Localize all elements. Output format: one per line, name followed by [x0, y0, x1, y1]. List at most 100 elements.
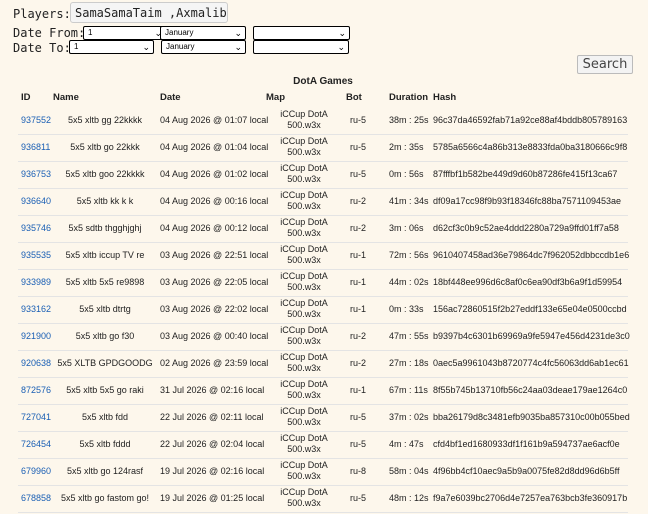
- game-map: iCCup DotA 500.w3x: [264, 298, 344, 325]
- game-map-name: iCCup DotA: [280, 217, 328, 227]
- game-bot: ru-1: [349, 250, 366, 260]
- game-map-name: iCCup DotA: [280, 433, 328, 443]
- game-hash: 5785a6566c4a86b313e8833fda0ba3180666c9f8: [433, 142, 628, 152]
- game-id-link[interactable]: 936640: [21, 188, 51, 215]
- from-month-value: January: [165, 28, 194, 37]
- table-row: 678858 5x5 xltb go fastom go! 19 Jul 2026 …: [18, 485, 628, 513]
- col-header-duration: Duration: [389, 92, 429, 103]
- game-bot: ru-1: [349, 385, 366, 395]
- game-map-file: 500.w3x: [287, 498, 321, 508]
- table-row: 920638 5x5 XLTB GPDGOODG 02 Aug 2026 @ 23:…: [18, 350, 629, 379]
- game-date: 03 Aug 2026 @ 22:02 local: [160, 304, 269, 314]
- game-bot: ru-2: [349, 331, 366, 341]
- game-date: 04 Aug 2026 @ 00:12 local: [160, 223, 269, 233]
- game-hash: bba26179d8c3481efb9035ba857310c00b055bed: [433, 412, 630, 422]
- game-hash: f9a7e6039bc2706d4e7257ea763bcb3fe360917b: [433, 493, 628, 503]
- game-map-file: 500.w3x: [287, 282, 321, 292]
- players-input[interactable]: SamaSamaTaim ,Axmalibari: [70, 2, 228, 23]
- game-id-link[interactable]: 935535: [21, 242, 51, 269]
- game-bot: ru-2: [349, 196, 366, 206]
- game-hash: b9397b4c6301b69969a9fe5947e456d4231de3c0: [433, 331, 630, 341]
- game-bot: ru-5: [349, 115, 366, 125]
- game-date: 03 Aug 2026 @ 22:51 local: [160, 250, 269, 260]
- game-map-file: 500.w3x: [287, 444, 321, 454]
- to-day-select[interactable]: 1 ⌄: [69, 40, 154, 54]
- search-button[interactable]: Search: [577, 55, 633, 74]
- game-map-file: 500.w3x: [287, 417, 321, 427]
- game-id-link[interactable]: 726454: [21, 431, 51, 458]
- game-duration: 38m : 25s: [389, 115, 429, 125]
- game-hash: 9610407458ad36e79864dc7f962052dbbccdb1e6: [433, 250, 630, 260]
- game-map: iCCup DotA 500.w3x: [264, 460, 344, 487]
- game-name: 5x5 xltb 5x5 re9898: [65, 277, 145, 287]
- table-row: 921900 5x5 xltb go f30 03 Aug 2026 @ 00:40…: [18, 323, 630, 351]
- table-row: 933162 5x5 xltb dtrtg 03 Aug 2026 @ 22:02 …: [18, 296, 628, 324]
- table-row: 935746 5x5 sdtb thgghjghj 04 Aug 2026 @ 00…: [18, 215, 628, 243]
- game-name: 5x5 xltb dtrtg: [79, 304, 131, 314]
- game-date: 04 Aug 2026 @ 01:07 local: [160, 115, 269, 125]
- game-id-link[interactable]: 727041: [21, 404, 51, 431]
- table-row: 935535 5x5 xltb iccup TV re 03 Aug 2026 @ …: [18, 242, 630, 270]
- game-hash: cfd4bf1ed1680933df1f161b9a594737ae6acf0e: [433, 439, 620, 449]
- game-map-file: 500.w3x: [287, 147, 321, 157]
- date-from-label: Date From:: [13, 26, 86, 40]
- from-year-select[interactable]: ⌄: [253, 26, 350, 40]
- game-hash: d62cf3c0b9c52ae4ddd2280a729a9ffd01ff7a58: [433, 223, 619, 233]
- table-caption: DotA Games: [293, 76, 353, 87]
- game-id-link[interactable]: 933989: [21, 269, 51, 296]
- game-bot: ru-8: [349, 466, 366, 476]
- col-header-map: Map: [266, 92, 285, 103]
- game-id-link[interactable]: 920638: [21, 350, 51, 377]
- game-id-link[interactable]: 937552: [21, 107, 51, 134]
- game-duration: 4m : 47s: [389, 439, 424, 449]
- table-row: 936640 5x5 xltb kk k k 04 Aug 2026 @ 00:16…: [18, 188, 628, 216]
- game-id-link[interactable]: 936811: [21, 134, 51, 161]
- date-to-label: Date To:: [13, 41, 71, 55]
- game-name: 5x5 xltb fddd: [79, 439, 131, 449]
- chevron-down-icon: ⌄: [337, 42, 345, 52]
- game-map: iCCup DotA 500.w3x: [264, 190, 344, 217]
- game-map-name: iCCup DotA: [280, 163, 328, 173]
- game-map: iCCup DotA 500.w3x: [264, 352, 344, 379]
- game-id-link[interactable]: 933162: [21, 296, 51, 323]
- table-row: 726454 5x5 xltb fddd 22 Jul 2026 @ 02:04 l…: [18, 431, 628, 459]
- game-bot: ru-5: [349, 412, 366, 422]
- game-map: iCCup DotA 500.w3x: [264, 433, 344, 460]
- game-hash: df09a17cc98f9b93f18346fc88ba7571109453ae: [433, 196, 622, 206]
- game-date: 31 Jul 2026 @ 02:16 local: [160, 385, 265, 395]
- game-map-name: iCCup DotA: [280, 109, 328, 119]
- to-month-select[interactable]: January ⌄: [161, 40, 246, 54]
- game-duration: 41m : 34s: [389, 196, 429, 206]
- game-bot: ru-5: [349, 493, 366, 503]
- game-id-link[interactable]: 872576: [21, 377, 51, 404]
- to-year-select[interactable]: ⌄: [253, 40, 349, 54]
- to-day-value: 1: [74, 42, 79, 51]
- game-map-name: iCCup DotA: [280, 325, 328, 335]
- game-map-name: iCCup DotA: [280, 190, 328, 200]
- chevron-down-icon: ⌄: [142, 42, 150, 52]
- game-map-file: 500.w3x: [287, 228, 321, 238]
- game-name: 5x5 xltb kk k k: [76, 196, 134, 206]
- game-id-link[interactable]: 936753: [21, 161, 51, 188]
- game-name: 5x5 xltb iccup TV re: [65, 250, 145, 260]
- game-hash: 96c37da46592fab71a92ce88af4bddb805789163: [433, 115, 628, 125]
- game-id-link[interactable]: 935746: [21, 215, 51, 242]
- game-id-link[interactable]: 678858: [21, 485, 51, 512]
- game-hash: 0aec5a9961043b8720774c4fc56063dd6ab1ec61: [433, 358, 629, 368]
- from-day-select[interactable]: 1 ⌄: [83, 26, 166, 40]
- game-date: 22 Jul 2026 @ 02:04 local: [160, 439, 265, 449]
- table-row: 679960 5x5 xltb go 124rasf 19 Jul 2026 @ 0…: [18, 458, 628, 486]
- game-id-link[interactable]: 921900: [21, 323, 51, 350]
- game-map-name: iCCup DotA: [280, 406, 328, 416]
- game-bot: ru-2: [349, 223, 366, 233]
- game-duration: 44m : 02s: [389, 277, 429, 287]
- game-name: 5x5 xltb go 22kkk: [70, 142, 140, 152]
- game-id-link[interactable]: 679960: [21, 458, 51, 485]
- from-month-select[interactable]: January ⌄: [160, 26, 246, 40]
- game-duration: 0m : 33s: [389, 304, 424, 314]
- game-map-file: 500.w3x: [287, 336, 321, 346]
- game-map-file: 500.w3x: [287, 363, 321, 373]
- game-duration: 58m : 04s: [389, 466, 429, 476]
- game-map: iCCup DotA 500.w3x: [264, 109, 344, 136]
- game-date: 04 Aug 2026 @ 00:16 local: [160, 196, 269, 206]
